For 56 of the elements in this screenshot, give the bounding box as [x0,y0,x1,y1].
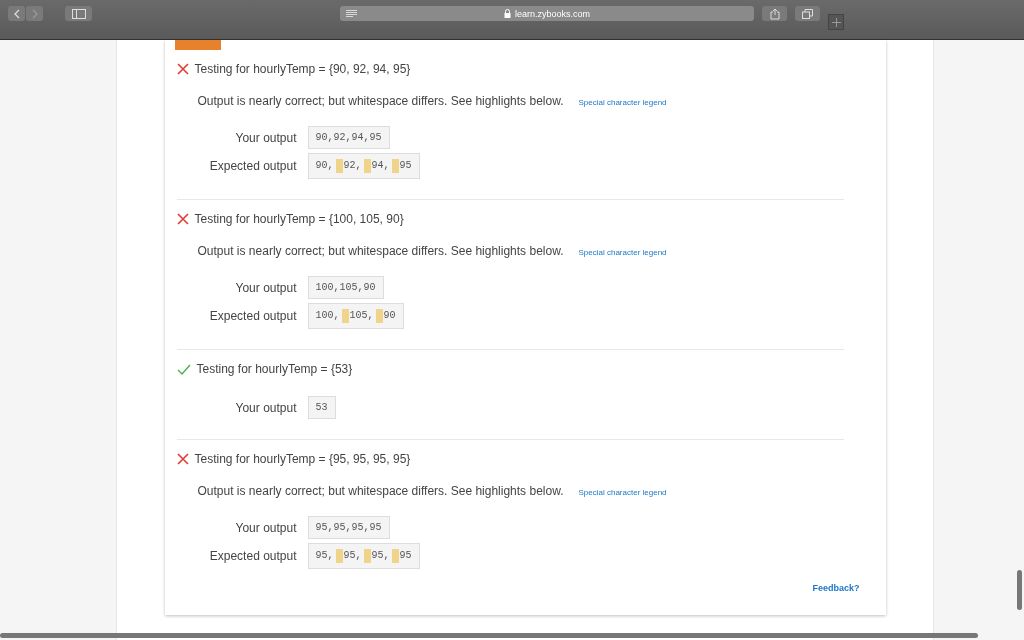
cross-icon [176,213,189,225]
output-box: 95,95,95,95 [307,516,390,539]
scrollbar-thumb[interactable] [0,633,978,638]
feedback-link[interactable]: Feedback? [812,583,860,593]
output-label: Expected output [209,549,297,563]
output-label: Your output [235,280,297,295]
header-tab-edge [174,40,221,50]
scrollbar-thumb[interactable] [1017,570,1022,610]
forward-button[interactable] [26,6,43,21]
output-text: 92, [335,159,362,173]
output-text: 95 [391,549,412,563]
output-box: 100,105,90 [307,276,384,299]
output-text: 95, [315,549,334,563]
output-label: Your output [235,400,297,415]
url-text: learn.zybooks.com [514,8,590,19]
output-text: 95 [391,159,412,173]
legend-link[interactable]: Special character legend [578,98,667,107]
result-message: Output is nearly correct; but whitespace differs. See highlights below. [197,244,564,258]
test-title: Testing for hourlyTemp = {53} [196,362,353,376]
legend-link[interactable]: Special character legend [578,248,667,257]
output-text: 105, [341,309,374,323]
output-label: Expected output [209,159,297,173]
reader-icon[interactable] [346,10,357,18]
output-text: 94, [363,159,390,173]
output-box: 90,92,94,95 [307,126,390,149]
sidebar-button[interactable] [65,6,92,21]
sidebar-icon [71,8,86,19]
chevron-right-icon [30,8,39,19]
output-text: 95, [363,549,390,563]
new-tab-button[interactable] [828,14,844,30]
tabs-icon [802,8,813,19]
result-message: Output is nearly correct; but whitespace differs. See highlights below. [197,484,564,498]
output-text: 90 [375,309,396,323]
tabs-button[interactable] [795,6,820,21]
lock-icon [503,9,511,18]
share-button[interactable] [762,6,787,21]
output-label: Your output [235,520,297,535]
output-label: Your output [235,130,297,145]
output-text: 90, [315,159,334,173]
back-button[interactable] [8,6,25,21]
share-icon [769,7,780,20]
chevron-left-icon [12,8,21,19]
check-icon [176,363,191,375]
test-title: Testing for hourlyTemp = {95, 95, 95, 95} [194,452,411,466]
result-message: Output is nearly correct; but whitespace differs. See highlights below. [197,94,564,108]
cross-icon [176,63,189,75]
test-title: Testing for hourlyTemp = {100, 105, 90} [194,212,404,226]
output-box: 53 [307,396,336,419]
output-label: Expected output [209,309,297,323]
plus-icon [831,17,841,27]
output-text: 100, [315,309,340,323]
test-title: Testing for hourlyTemp = {90, 92, 94, 95} [194,62,411,76]
cross-icon [176,453,189,465]
address-bar[interactable]: learn.zybooks.com [340,6,754,21]
legend-link[interactable]: Special character legend [578,488,667,497]
output-text: 95, [335,549,362,563]
